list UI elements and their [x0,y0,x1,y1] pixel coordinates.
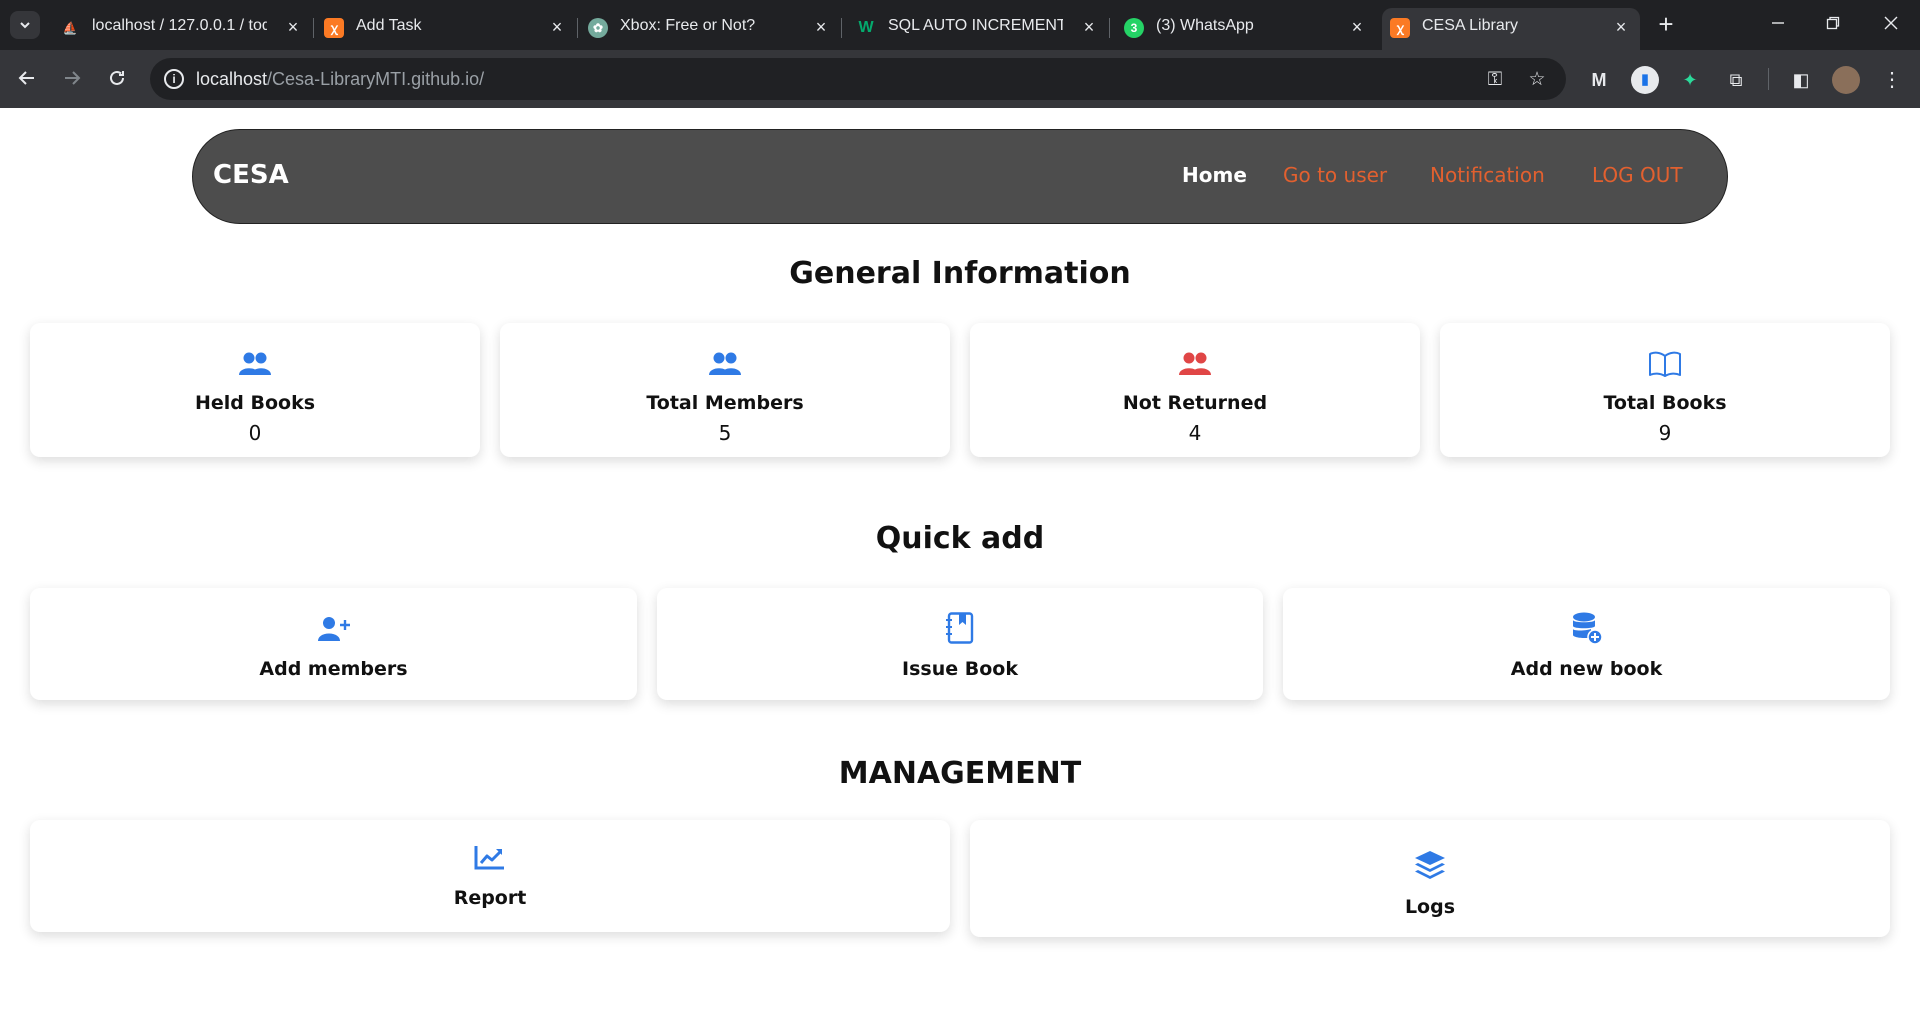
tab-title: CESA Library [1422,17,1519,34]
tab-whatsapp[interactable]: 3 (3) WhatsApp × [1116,8,1376,50]
forward-button[interactable] [55,61,89,95]
top-navbar: CESA Home Go to user Notification LOG OU… [192,129,1728,224]
section-title-management: MANAGEMENT [838,756,1082,791]
address-bar[interactable]: i localhost/Cesa-LibraryMTI.github.io/ ⚿… [150,58,1566,100]
stat-label: Total Members [646,392,804,414]
chatgpt-icon: ✿ [588,18,608,38]
close-icon [1884,16,1898,30]
close-icon[interactable]: × [546,16,568,38]
url-host: localhost [196,69,268,89]
arrow-right-icon [65,71,81,85]
address-url: localhost/Cesa-LibraryMTI.github.io/ [196,69,484,90]
tab-add-task[interactable]: ꭓ Add Task × [316,8,578,50]
key-icon[interactable]: ⚿ [1482,67,1508,93]
stat-card-held-books: Held Books 0 [30,323,480,457]
reload-icon [110,70,124,85]
quick-add-label: Add new book [1510,658,1663,680]
database-plus-icon [1572,612,1602,644]
quick-add-label: Issue Book [902,658,1018,680]
user-plus-icon [317,617,350,641]
stat-value: 5 [718,421,732,445]
add-new-book-button[interactable]: Add new book [1283,588,1890,700]
stat-card-total-members: Total Members 5 [500,323,950,457]
stat-value: 9 [1658,421,1672,445]
star-icon[interactable]: ☆ [1524,67,1550,93]
tab-chatgpt[interactable]: ✿ Xbox: Free or Not? × [580,8,842,50]
users-icon [1179,352,1211,375]
tab-title: (3) WhatsApp [1156,17,1254,34]
section-title-general: General Information [789,256,1131,291]
reload-button[interactable] [100,61,134,95]
tab-title: localhost / 127.0.0.1 / todo [92,17,267,34]
add-members-button[interactable]: Add members [30,588,637,700]
nav-link-go-to-user[interactable]: Go to user [1283,163,1387,187]
site-info-icon[interactable]: i [164,69,184,89]
close-icon[interactable]: × [282,16,304,38]
stat-value: 4 [1188,421,1202,445]
xampp-icon: ꭓ [324,18,344,38]
page-content: CESA Home Go to user Notification LOG OU… [0,108,1920,1021]
logs-button[interactable]: Logs [970,820,1890,937]
tab-search-button[interactable] [10,11,40,39]
issue-book-button[interactable]: Issue Book [657,588,1263,700]
whatsapp-icon: 3 [1124,18,1144,38]
nav-link-notification[interactable]: Notification [1430,163,1545,187]
w3schools-icon: W [858,19,874,36]
profile-avatar[interactable] [1832,66,1860,94]
quick-add-label: Add members [259,658,408,680]
brand-logo[interactable]: CESA [213,160,289,190]
chart-line-icon [474,846,504,870]
leaf-extension-icon[interactable]: ✦ [1676,66,1704,94]
close-icon[interactable]: × [1610,16,1632,38]
users-icon [239,352,271,375]
extensions-puzzle-icon[interactable]: ⧉ [1722,66,1750,94]
stat-label: Held Books [194,392,316,414]
tab-w3schools[interactable]: W SQL AUTO INCREMENT a F × [848,8,1110,50]
stat-label: Not Returned [1122,392,1268,414]
management-label: Logs [1404,896,1456,918]
arrow-left-icon [18,71,34,85]
nav-link-home[interactable]: Home [1182,163,1247,187]
close-icon[interactable]: × [810,16,832,38]
tab-phpmyadmin[interactable]: ⛵ localhost / 127.0.0.1 / todo × [52,8,314,50]
side-panel-icon[interactable]: ◧ [1787,66,1815,94]
minimize-button[interactable] [1758,8,1798,40]
new-tab-button[interactable]: + [1651,10,1681,40]
tab-title: Xbox: Free or Not? [620,17,756,34]
chevron-down-icon [20,22,30,29]
stat-card-total-books: Total Books 9 [1440,323,1890,457]
clipboard-extension-icon[interactable]: ▮ [1631,66,1659,94]
close-window-button[interactable] [1871,8,1911,40]
close-icon[interactable]: × [1078,16,1100,38]
tab-title: SQL AUTO INCREMENT a F [888,17,1063,34]
management-label: Report [453,887,527,909]
users-icon [709,352,741,375]
stat-card-not-returned: Not Returned 4 [970,323,1420,457]
tab-strip: ⛵ localhost / 127.0.0.1 / todo × ꭓ Add T… [0,0,1920,50]
minimize-icon [1772,22,1784,24]
url-path: /Cesa-LibraryMTI.github.io/ [267,69,485,89]
xampp-icon: ꭓ [1390,18,1410,38]
section-title-quick-add: Quick add [875,521,1045,556]
nav-link-logout[interactable]: LOG OUT [1592,163,1683,187]
restore-icon [1826,16,1840,30]
restore-button[interactable] [1813,8,1853,40]
stat-label: Total Books [1603,392,1727,414]
open-book-icon [1649,351,1681,377]
stat-value: 0 [248,421,262,445]
tab-cesa-library[interactable]: ꭓ CESA Library × [1382,8,1640,50]
malwarebytes-extension-icon[interactable]: M [1585,66,1613,94]
book-bookmark-icon [946,612,974,644]
tab-title: Add Task [356,17,422,34]
report-button[interactable]: Report [30,820,950,932]
browser-toolbar: i localhost/Cesa-LibraryMTI.github.io/ ⚿… [0,50,1920,108]
layers-icon [1415,851,1445,879]
menu-kebab-icon[interactable]: ⋮ [1878,66,1906,94]
back-button[interactable] [10,61,44,95]
phpmyadmin-icon: ⛵ [62,21,78,35]
close-icon[interactable]: × [1346,16,1368,38]
